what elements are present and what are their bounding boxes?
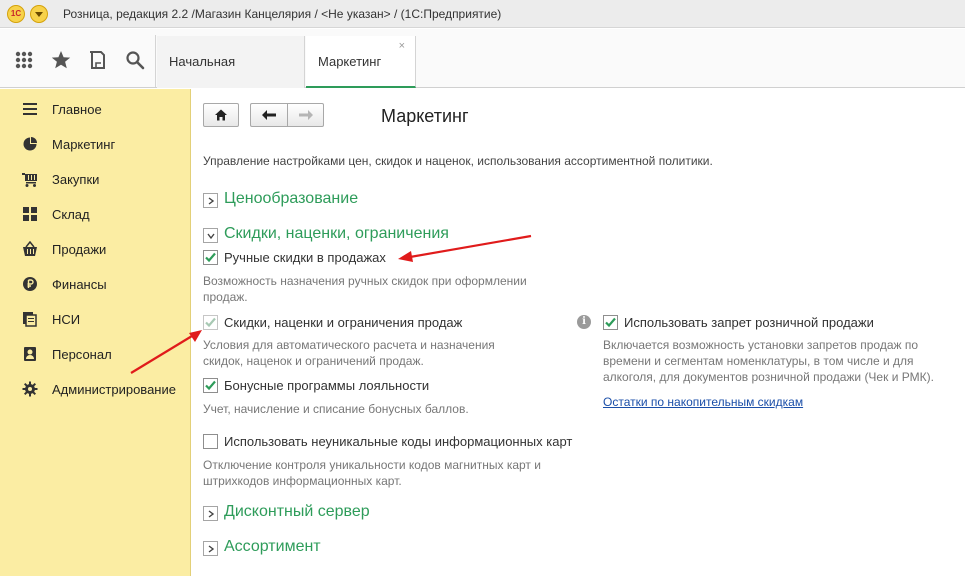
checkmark-icon	[205, 252, 216, 263]
sidebar-item-label: Персонал	[52, 347, 112, 362]
group-assortment[interactable]: Ассортимент	[203, 538, 353, 560]
manual-discounts-checkbox[interactable]	[203, 250, 218, 265]
group-assortment-title: Ассортимент	[224, 538, 321, 555]
checkmark-icon	[205, 380, 216, 391]
sidebar-item-label: Склад	[52, 207, 90, 222]
nonunique-codes-option[interactable]: Использовать неуникальные коды информаци…	[203, 433, 583, 451]
retail-ban-hint: Включается возможность установки запрето…	[603, 338, 934, 384]
sidebar-item-label: Закупки	[52, 172, 100, 187]
section-panel: Главное Маркетинг Закупки Склад Продажи …	[0, 89, 191, 576]
expand-toggle[interactable]	[203, 193, 218, 208]
window-title: Розница, редакция 2.2 /Магазин Канцеляри…	[63, 7, 502, 21]
sidebar-item-personnel[interactable]: Персонал	[0, 336, 190, 371]
sidebar-item-label: Главное	[52, 102, 102, 117]
arrow-right-icon	[298, 110, 313, 120]
sidebar-item-warehouse[interactable]: Склад	[0, 196, 190, 231]
home-button[interactable]	[203, 103, 239, 127]
page-description: Управление настройками цен, скидок и нац…	[203, 154, 713, 168]
manual-discounts-hint: Возможность назначения ручных скидок при…	[203, 274, 527, 304]
page-title: Маркетинг	[381, 106, 469, 126]
star-icon[interactable]	[50, 49, 72, 71]
tab-bar: Начальная страница Маркетинг ×	[0, 29, 965, 121]
bonus-programs-label: Бонусные программы лояльности	[224, 378, 430, 393]
close-icon[interactable]: ×	[399, 20, 405, 72]
expand-toggle[interactable]	[203, 506, 218, 521]
group-discounts[interactable]: Скидки, наценки, ограничения	[203, 225, 463, 247]
auto-discounts-hint: Условия для автоматического расчета и на…	[203, 338, 495, 368]
sidebar-item-finance[interactable]: Финансы	[0, 266, 190, 301]
sidebar-item-purchases[interactable]: Закупки	[0, 161, 190, 196]
forward-button[interactable]	[287, 103, 324, 127]
nonunique-codes-hint: Отключение контроля уникальности кодов м…	[203, 458, 541, 488]
tab-home-page[interactable]: Начальная страница	[157, 36, 305, 121]
sidebar-item-sales[interactable]: Продажи	[0, 231, 190, 266]
sidebar-item-label: Администрирование	[52, 382, 176, 397]
person-icon	[24, 347, 36, 361]
1c-logo-icon[interactable]: 1С	[7, 5, 25, 23]
retail-ban-label: Использовать запрет розничной продажи	[624, 315, 874, 330]
window-titlebar: 1С Розница, редакция 2.2 /Магазин Канцел…	[0, 0, 965, 28]
group-discounts-title: Скидки, наценки, ограничения	[224, 225, 449, 242]
sidebar-item-label: НСИ	[52, 312, 81, 327]
tab-marketing-label: Маркетинг	[318, 54, 382, 69]
marketing-form: Маркетинг Управление настройками цен, ск…	[191, 89, 965, 576]
apps-grid-icon[interactable]	[13, 49, 35, 71]
auto-discounts-label: Скидки, наценки и ограничения продаж	[224, 315, 463, 330]
sidebar-item-label: Финансы	[52, 277, 107, 292]
nonunique-codes-label: Использовать неуникальные коды информаци…	[224, 434, 573, 449]
pie-chart-icon	[23, 137, 37, 151]
home-icon	[215, 109, 227, 121]
bonus-programs-hint: Учет, начисление и списание бонусных бал…	[203, 402, 469, 416]
group-pricing[interactable]: Ценообразование	[203, 190, 383, 212]
sidebar-item-label: Маркетинг	[52, 137, 116, 152]
sidebar-item-marketing[interactable]: Маркетинг	[0, 126, 190, 161]
main-menu-button[interactable]	[30, 5, 48, 23]
bonus-programs-checkbox[interactable]	[203, 378, 218, 393]
checkmark-icon	[205, 317, 216, 328]
group-discount-server-title: Дисконтный сервер	[224, 503, 370, 520]
retail-ban-option[interactable]: Использовать запрет розничной продажи	[603, 314, 903, 332]
basket-icon	[23, 241, 37, 256]
checkmark-icon	[605, 317, 616, 328]
info-icon[interactable]: i	[577, 315, 591, 329]
ruble-coin-icon	[23, 277, 37, 291]
manual-discounts-option[interactable]: Ручные скидки в продажах	[203, 249, 423, 267]
expand-toggle[interactable]	[203, 541, 218, 556]
documents-icon	[23, 312, 37, 327]
warehouse-grid-icon	[23, 207, 37, 221]
retail-ban-checkbox[interactable]	[603, 315, 618, 330]
sidebar-item-label: Продажи	[52, 242, 107, 257]
group-discount-server[interactable]: Дисконтный сервер	[203, 503, 393, 525]
chevron-right-icon	[208, 545, 215, 553]
nonunique-codes-checkbox[interactable]	[203, 434, 218, 449]
sidebar-item-administration[interactable]: Администрирование	[0, 371, 190, 406]
cart-icon	[22, 173, 37, 187]
toolbar-separator	[155, 35, 156, 87]
manual-discounts-label: Ручные скидки в продажах	[224, 250, 386, 265]
sidebar-item-main[interactable]: Главное	[0, 91, 190, 126]
chevron-right-icon	[208, 197, 215, 205]
group-pricing-title: Ценообразование	[224, 190, 359, 207]
sidebar-item-nsi[interactable]: НСИ	[0, 301, 190, 336]
back-button[interactable]	[250, 103, 287, 127]
bonus-programs-option[interactable]: Бонусные программы лояльности	[203, 377, 463, 395]
chevron-down-icon	[207, 233, 215, 240]
gear-icon	[22, 381, 38, 397]
search-icon[interactable]	[124, 49, 146, 71]
chevron-right-icon	[208, 510, 215, 518]
auto-discounts-option[interactable]: Скидки, наценки и ограничения продаж	[203, 314, 503, 332]
arrow-left-icon	[262, 110, 276, 120]
cumulative-discounts-link[interactable]: Остатки по накопительным скидкам	[603, 395, 803, 409]
history-icon[interactable]	[87, 49, 109, 71]
tab-marketing[interactable]: Маркетинг ×	[306, 36, 416, 88]
menu-lines-icon	[23, 103, 37, 115]
collapse-toggle[interactable]	[203, 228, 218, 243]
auto-discounts-checkbox[interactable]	[203, 315, 218, 330]
